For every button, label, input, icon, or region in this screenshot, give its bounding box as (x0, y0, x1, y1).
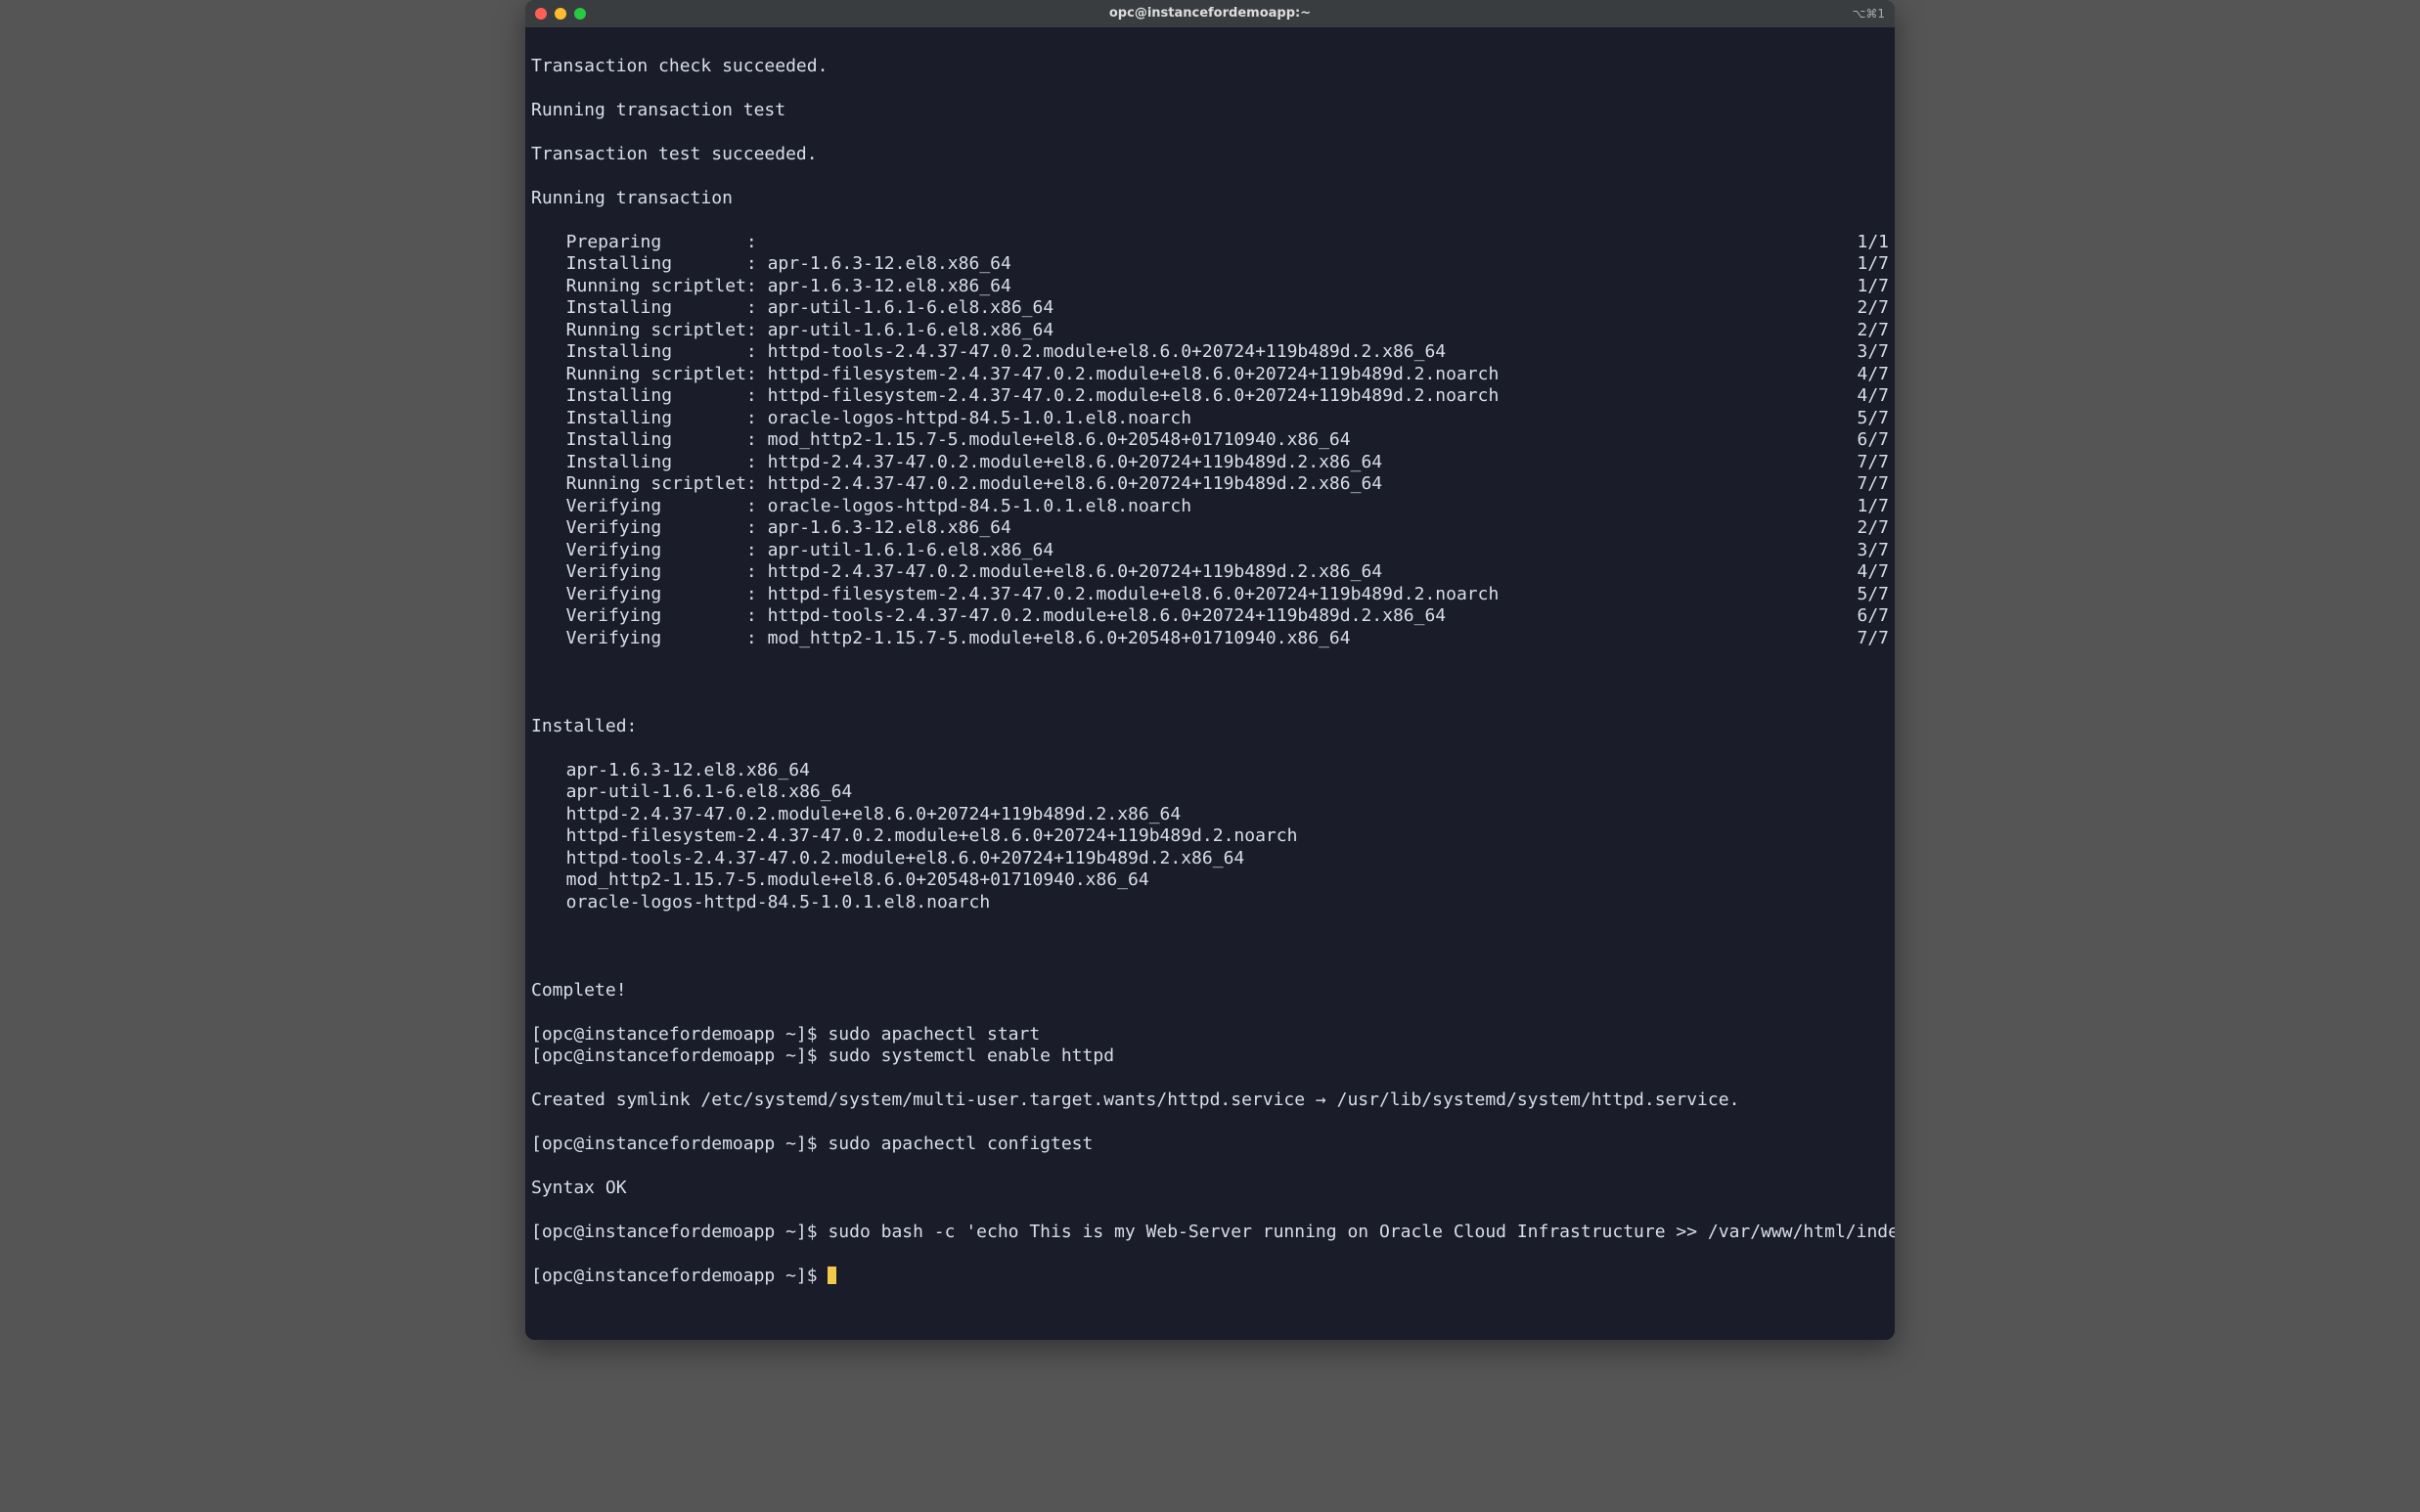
step-left: Running scriptlet: httpd-2.4.37-47.0.2.m… (545, 473, 1382, 496)
step-left: Running scriptlet: apr-util-1.6.1-6.el8.… (545, 320, 1053, 342)
transaction-step-row: Preparing : 1/1 (531, 232, 1889, 254)
prompt-text: [opc@instancefordemoapp ~]$ (531, 1222, 828, 1242)
transaction-step-row: Running scriptlet: httpd-2.4.37-47.0.2.m… (531, 473, 1889, 496)
terminal-body[interactable]: Transaction check succeeded. Running tra… (525, 27, 1895, 1340)
step-left: Verifying : httpd-filesystem-2.4.37-47.0… (545, 584, 1499, 606)
step-count: 3/7 (1857, 341, 1889, 364)
output-line: Running transaction (531, 188, 1889, 210)
step-count: 6/7 (1857, 605, 1889, 628)
step-left: Verifying : oracle-logos-httpd-84.5-1.0.… (545, 496, 1191, 518)
installed-package: httpd-tools-2.4.37-47.0.2.module+el8.6.0… (531, 848, 1889, 870)
installed-package: apr-util-1.6.1-6.el8.x86_64 (531, 781, 1889, 804)
cursor-icon (828, 1267, 836, 1284)
step-count: 2/7 (1857, 320, 1889, 342)
close-icon[interactable] (535, 8, 547, 20)
transaction-step-row: Verifying : apr-1.6.3-12.el8.x86_64 2/7 (531, 517, 1889, 540)
output-blank (531, 936, 1889, 958)
step-count: 2/7 (1857, 517, 1889, 540)
step-count: 1/1 (1857, 232, 1889, 254)
command-text: sudo bash -c 'echo This is my Web-Server… (828, 1222, 1895, 1242)
step-count: 2/7 (1857, 297, 1889, 320)
step-count: 1/7 (1857, 276, 1889, 298)
transaction-step-row: Installing : apr-1.6.3-12.el8.x86_64 1/7 (531, 253, 1889, 276)
installed-package: httpd-2.4.37-47.0.2.module+el8.6.0+20724… (531, 804, 1889, 826)
window-title: opc@instancefordemoapp:~ (525, 6, 1895, 22)
traffic-lights (535, 8, 586, 20)
transaction-step-row: Verifying : oracle-logos-httpd-84.5-1.0.… (531, 496, 1889, 518)
command-line: [opc@instancefordemoapp ~]$ sudo bash -c… (531, 1222, 1889, 1244)
output-blank (531, 672, 1889, 694)
step-left: Verifying : apr-1.6.3-12.el8.x86_64 (545, 517, 1011, 540)
step-left: Preparing : (545, 232, 768, 254)
step-left: Installing : httpd-tools-2.4.37-47.0.2.m… (545, 341, 1446, 364)
installed-package: apr-1.6.3-12.el8.x86_64 (531, 760, 1889, 782)
step-count: 4/7 (1857, 385, 1889, 408)
output-complete: Complete! (531, 980, 1889, 1002)
output-symlink: Created symlink /etc/systemd/system/mult… (531, 1090, 1889, 1112)
step-left: Installing : apr-1.6.3-12.el8.x86_64 (545, 253, 1011, 276)
transaction-step-row: Installing : httpd-tools-2.4.37-47.0.2.m… (531, 341, 1889, 364)
step-left: Installing : mod_http2-1.15.7-5.module+e… (545, 429, 1351, 452)
step-count: 5/7 (1857, 408, 1889, 430)
step-count: 1/7 (1857, 253, 1889, 276)
command-text: sudo systemctl enable httpd (828, 1045, 1114, 1066)
output-syntax-ok: Syntax OK (531, 1178, 1889, 1200)
maximize-icon[interactable] (574, 8, 586, 20)
transaction-step-row: Verifying : httpd-filesystem-2.4.37-47.0… (531, 584, 1889, 606)
transaction-step-row: Running scriptlet: apr-util-1.6.1-6.el8.… (531, 320, 1889, 342)
step-left: Running scriptlet: httpd-filesystem-2.4.… (545, 364, 1499, 386)
transaction-step-row: Verifying : httpd-tools-2.4.37-47.0.2.mo… (531, 605, 1889, 628)
step-left: Installing : httpd-filesystem-2.4.37-47.… (545, 385, 1499, 408)
transaction-step-row: Installing : apr-util-1.6.1-6.el8.x86_64… (531, 297, 1889, 320)
output-line: Transaction test succeeded. (531, 144, 1889, 166)
step-count: 7/7 (1857, 628, 1889, 650)
titlebar[interactable]: opc@instancefordemoapp:~ ⌥⌘1 (525, 0, 1895, 27)
transaction-step-row: Installing : oracle-logos-httpd-84.5-1.0… (531, 408, 1889, 430)
prompt-text: [opc@instancefordemoapp ~]$ (531, 1045, 828, 1066)
window-shortcut-hint: ⌥⌘1 (1853, 7, 1885, 22)
transaction-step-row: Installing : httpd-2.4.37-47.0.2.module+… (531, 452, 1889, 474)
command-text: sudo apachectl start (828, 1024, 1040, 1045)
command-line: [opc@instancefordemoapp ~]$ sudo apachec… (531, 1024, 1889, 1046)
command-line: [opc@instancefordemoapp ~]$ sudo systemc… (531, 1045, 1889, 1068)
step-count: 5/7 (1857, 584, 1889, 606)
transaction-step-row: Installing : httpd-filesystem-2.4.37-47.… (531, 385, 1889, 408)
transaction-step-row: Running scriptlet: apr-1.6.3-12.el8.x86_… (531, 276, 1889, 298)
prompt-text: [opc@instancefordemoapp ~]$ (531, 1134, 828, 1154)
prompt-text: [opc@instancefordemoapp ~]$ (531, 1024, 828, 1045)
command-text: sudo apachectl configtest (828, 1134, 1093, 1154)
transaction-step-row: Running scriptlet: httpd-filesystem-2.4.… (531, 364, 1889, 386)
step-left: Verifying : mod_http2-1.15.7-5.module+el… (545, 628, 1351, 650)
step-count: 7/7 (1857, 473, 1889, 496)
installed-package: oracle-logos-httpd-84.5-1.0.1.el8.noarch (531, 892, 1889, 914)
step-left: Running scriptlet: apr-1.6.3-12.el8.x86_… (545, 276, 1011, 298)
step-count: 4/7 (1857, 561, 1889, 584)
command-line: [opc@instancefordemoapp ~]$ sudo apachec… (531, 1134, 1889, 1156)
installed-package: mod_http2-1.15.7-5.module+el8.6.0+20548+… (531, 869, 1889, 892)
installed-header: Installed: (531, 716, 1889, 738)
step-left: Installing : apr-util-1.6.1-6.el8.x86_64 (545, 297, 1053, 320)
step-count: 3/7 (1857, 540, 1889, 562)
transaction-step-row: Installing : mod_http2-1.15.7-5.module+e… (531, 429, 1889, 452)
minimize-icon[interactable] (555, 8, 566, 20)
step-left: Installing : httpd-2.4.37-47.0.2.module+… (545, 452, 1382, 474)
step-left: Installing : oracle-logos-httpd-84.5-1.0… (545, 408, 1191, 430)
step-left: Verifying : httpd-2.4.37-47.0.2.module+e… (545, 561, 1382, 584)
transaction-step-row: Verifying : mod_http2-1.15.7-5.module+el… (531, 628, 1889, 650)
output-line: Running transaction test (531, 100, 1889, 122)
step-count: 6/7 (1857, 429, 1889, 452)
terminal-window: opc@instancefordemoapp:~ ⌥⌘1 Transaction… (525, 0, 1895, 1340)
step-count: 7/7 (1857, 452, 1889, 474)
shell-prompt[interactable]: [opc@instancefordemoapp ~]$ (531, 1266, 1889, 1288)
transaction-step-row: Verifying : httpd-2.4.37-47.0.2.module+e… (531, 561, 1889, 584)
output-line: Transaction check succeeded. (531, 56, 1889, 78)
step-left: Verifying : httpd-tools-2.4.37-47.0.2.mo… (545, 605, 1446, 628)
prompt-text: [opc@instancefordemoapp ~]$ (531, 1266, 828, 1286)
transaction-step-row: Verifying : apr-util-1.6.1-6.el8.x86_64 3… (531, 540, 1889, 562)
step-left: Verifying : apr-util-1.6.1-6.el8.x86_64 (545, 540, 1053, 562)
step-count: 1/7 (1857, 496, 1889, 518)
step-count: 4/7 (1857, 364, 1889, 386)
installed-package: httpd-filesystem-2.4.37-47.0.2.module+el… (531, 825, 1889, 848)
